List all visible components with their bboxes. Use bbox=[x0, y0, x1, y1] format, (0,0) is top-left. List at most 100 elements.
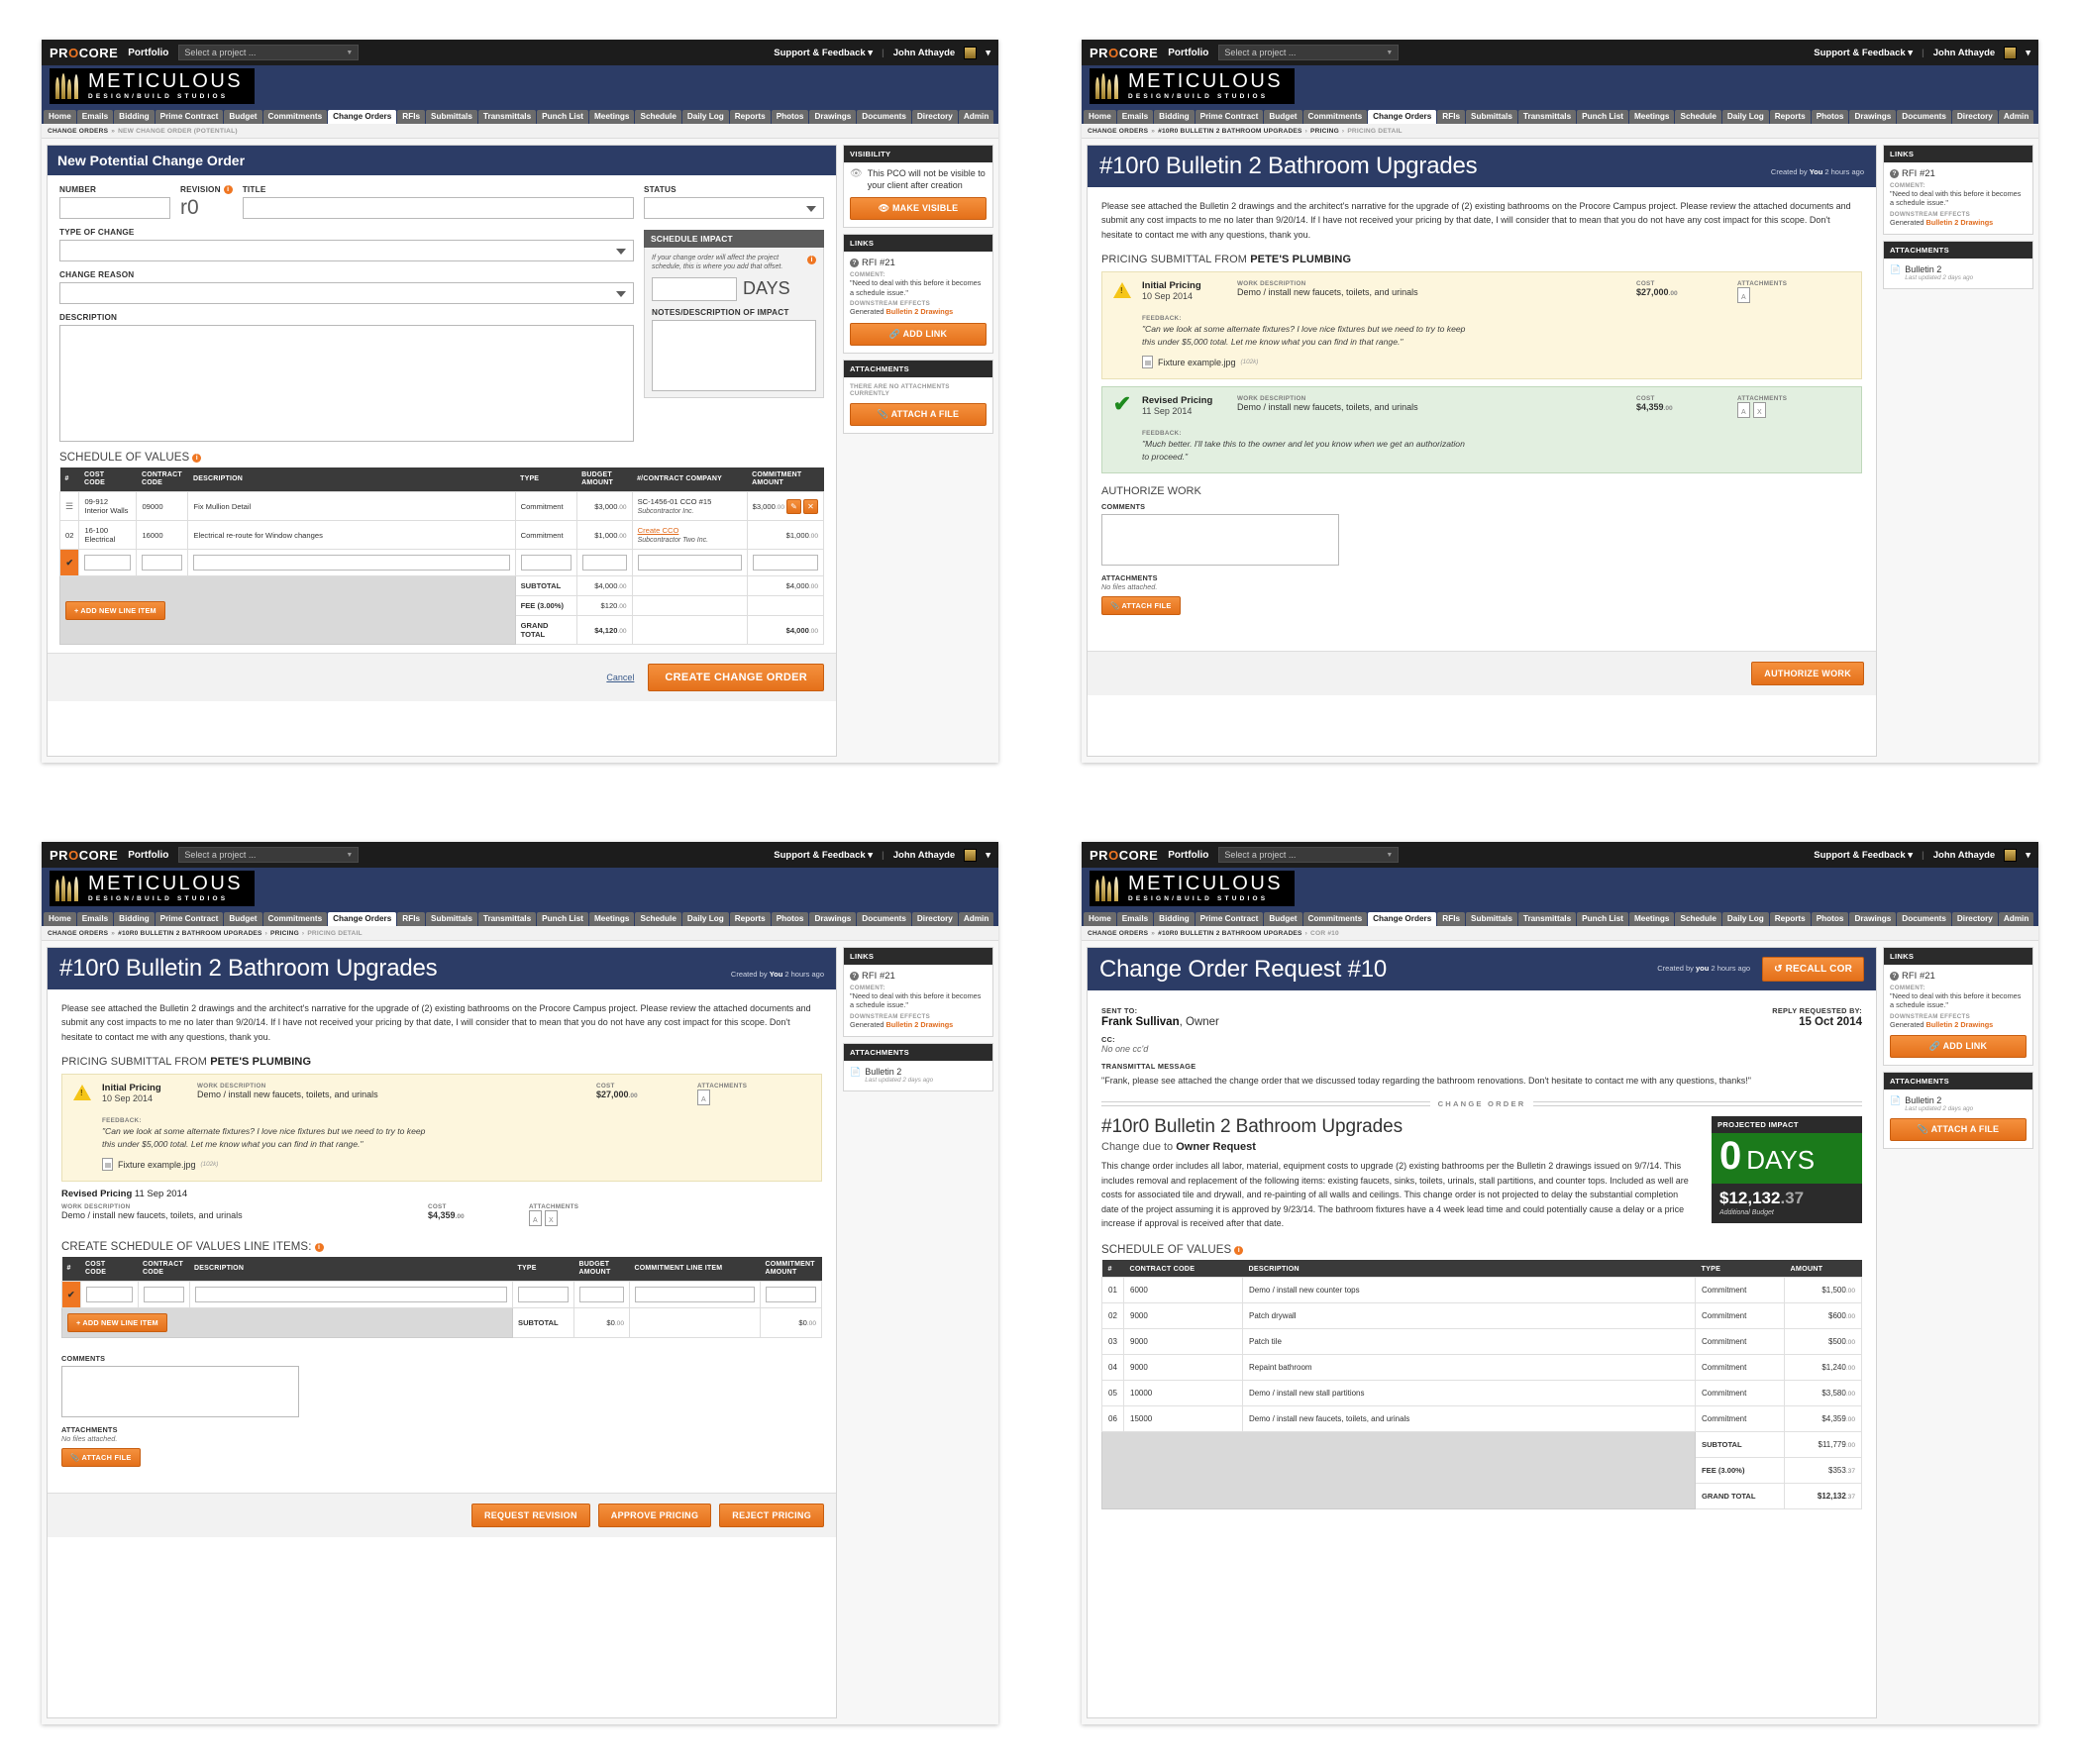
tab-emails[interactable]: Emails bbox=[1116, 911, 1154, 926]
support-feedback-menu[interactable]: Support & Feedback ▾ bbox=[1814, 850, 1913, 861]
avatar[interactable] bbox=[964, 46, 978, 59]
bulletin-link[interactable]: Bulletin 2 Drawings bbox=[1926, 1020, 1994, 1029]
budget-amount-input[interactable] bbox=[579, 1287, 624, 1303]
project-select[interactable]: Select a project ... ▼ bbox=[178, 847, 360, 863]
info-icon[interactable]: i bbox=[1234, 1246, 1244, 1256]
portfolio-link[interactable]: Portfolio bbox=[128, 48, 168, 58]
approve-pricing-button[interactable]: APPROVE PRICING bbox=[597, 1504, 712, 1528]
procore-logo[interactable]: PROCORE bbox=[1090, 46, 1158, 60]
chevron-down-icon[interactable]: ▾ bbox=[2026, 850, 2030, 861]
link-item-rfi[interactable]: ? RFI #21 bbox=[1890, 971, 2027, 982]
tab-home[interactable]: Home bbox=[1084, 109, 1116, 124]
breadcrumb-item[interactable]: #10R0 BULLETIN 2 BATHROOM UPGRADES bbox=[1158, 128, 1302, 135]
tab-schedule[interactable]: Schedule bbox=[635, 109, 681, 124]
project-select[interactable]: Select a project ... ▼ bbox=[178, 45, 360, 60]
tab-submittals[interactable]: Submittals bbox=[426, 109, 477, 124]
avatar[interactable] bbox=[2004, 46, 2018, 59]
comments-textarea[interactable] bbox=[61, 1366, 299, 1418]
tab-budget[interactable]: Budget bbox=[224, 109, 262, 124]
add-new-line-item-button[interactable]: + ADD NEW LINE ITEM bbox=[65, 600, 165, 620]
breadcrumb-item[interactable]: PRICING bbox=[270, 930, 299, 937]
tab-rfis[interactable]: RFIs bbox=[397, 109, 426, 124]
procore-logo[interactable]: PROCORE bbox=[1090, 848, 1158, 863]
tab-punch-list[interactable]: Punch List bbox=[1577, 109, 1628, 124]
cost-code-input[interactable] bbox=[84, 555, 132, 571]
type-input[interactable] bbox=[518, 1287, 569, 1303]
attachment-item[interactable]: 📄 Bulletin 2 Last updated 2 days ago bbox=[850, 1067, 987, 1084]
tab-documents[interactable]: Documents bbox=[1897, 911, 1951, 926]
row-checkbox[interactable]: ✔ bbox=[58, 549, 80, 577]
table-row-new[interactable]: ✔ bbox=[58, 549, 825, 577]
breadcrumb-item[interactable]: #10R0 BULLETIN 2 BATHROOM UPGRADES bbox=[118, 930, 262, 937]
tab-reports[interactable]: Reports bbox=[729, 911, 771, 926]
impact-notes-textarea[interactable] bbox=[652, 319, 816, 391]
bulletin-link[interactable]: Bulletin 2 Drawings bbox=[886, 307, 954, 316]
tab-punch-list[interactable]: Punch List bbox=[537, 109, 588, 124]
tab-daily-log[interactable]: Daily Log bbox=[681, 109, 729, 124]
tab-directory[interactable]: Directory bbox=[911, 911, 958, 926]
tab-admin[interactable]: Admin bbox=[958, 911, 994, 926]
tab-home[interactable]: Home bbox=[44, 911, 76, 926]
tab-meetings[interactable]: Meetings bbox=[588, 911, 635, 926]
tab-budget[interactable]: Budget bbox=[1264, 109, 1302, 124]
avatar[interactable] bbox=[964, 848, 978, 862]
info-icon[interactable]: i bbox=[314, 1243, 324, 1253]
tab-drawings[interactable]: Drawings bbox=[1849, 911, 1897, 926]
attached-file[interactable]: Fixture example.jpg (102k) bbox=[1142, 356, 1851, 369]
tab-submittals[interactable]: Submittals bbox=[1466, 109, 1517, 124]
procore-logo[interactable]: PROCORE bbox=[50, 46, 118, 60]
make-visible-button[interactable]: 👁 MAKE VISIBLE bbox=[850, 197, 987, 221]
chevron-down-icon[interactable]: ▾ bbox=[986, 850, 990, 861]
tab-meetings[interactable]: Meetings bbox=[588, 109, 635, 124]
pdf-file-icon[interactable] bbox=[529, 1210, 542, 1227]
tab-meetings[interactable]: Meetings bbox=[1628, 109, 1675, 124]
tab-prime-contract[interactable]: Prime Contract bbox=[1195, 109, 1264, 124]
tab-budget[interactable]: Budget bbox=[224, 911, 262, 926]
contract-company-input[interactable] bbox=[637, 555, 742, 571]
portfolio-link[interactable]: Portfolio bbox=[1168, 850, 1208, 861]
tab-submittals[interactable]: Submittals bbox=[1466, 911, 1517, 926]
tab-photos[interactable]: Photos bbox=[771, 911, 809, 926]
breadcrumb-root[interactable]: CHANGE ORDERS bbox=[48, 930, 108, 937]
contract-code-input[interactable] bbox=[142, 555, 183, 571]
contract-company[interactable]: Create CCO Subcontractor Two Inc. bbox=[631, 520, 748, 551]
tab-rfis[interactable]: RFIs bbox=[1437, 911, 1466, 926]
support-feedback-menu[interactable]: Support & Feedback ▾ bbox=[774, 850, 873, 861]
info-icon[interactable]: i bbox=[192, 454, 202, 463]
tab-schedule[interactable]: Schedule bbox=[635, 911, 681, 926]
user-menu[interactable]: John Athayde bbox=[1933, 850, 1995, 861]
tab-admin[interactable]: Admin bbox=[958, 109, 994, 124]
row-checkbox[interactable]: ✔ bbox=[61, 1281, 81, 1309]
table-row[interactable]: 02 16-100 Electrical 16000 Electrical re-rou… bbox=[58, 520, 825, 551]
edit-icon[interactable]: ✎ bbox=[786, 498, 801, 514]
avatar[interactable] bbox=[2004, 848, 2018, 862]
tab-directory[interactable]: Directory bbox=[1951, 911, 1998, 926]
tab-drawings[interactable]: Drawings bbox=[809, 911, 857, 926]
reject-pricing-button[interactable]: REJECT PRICING bbox=[719, 1504, 824, 1528]
tab-schedule[interactable]: Schedule bbox=[1675, 911, 1721, 926]
request-revision-button[interactable]: REQUEST REVISION bbox=[470, 1504, 590, 1528]
tab-daily-log[interactable]: Daily Log bbox=[1721, 109, 1769, 124]
table-row[interactable]: ☰ 09-912 Interior Walls 09000 Fix Mullion De… bbox=[58, 491, 825, 522]
pdf-file-icon[interactable] bbox=[1737, 402, 1750, 419]
tab-prime-contract[interactable]: Prime Contract bbox=[155, 109, 224, 124]
breadcrumb-root[interactable]: CHANGE ORDERS bbox=[1088, 930, 1148, 937]
tab-change-orders[interactable]: Change Orders bbox=[1368, 911, 1437, 926]
tab-directory[interactable]: Directory bbox=[1951, 109, 1998, 124]
create-change-order-button[interactable]: CREATE CHANGE ORDER bbox=[648, 664, 824, 692]
link-item-rfi[interactable]: ? RFI #21 bbox=[1890, 168, 2027, 179]
comments-textarea[interactable] bbox=[1101, 513, 1339, 566]
attachment-item[interactable]: 📄 Bulletin 2 Last updated 2 days ago bbox=[1890, 264, 2027, 281]
tab-reports[interactable]: Reports bbox=[1769, 109, 1811, 124]
tab-submittals[interactable]: Submittals bbox=[426, 911, 477, 926]
tab-schedule[interactable]: Schedule bbox=[1675, 109, 1721, 124]
chevron-down-icon[interactable]: ▾ bbox=[986, 48, 990, 58]
link-item-rfi[interactable]: ? RFI #21 bbox=[850, 258, 987, 268]
tab-change-orders[interactable]: Change Orders bbox=[328, 109, 397, 124]
tab-prime-contract[interactable]: Prime Contract bbox=[1195, 911, 1264, 926]
info-icon[interactable]: i bbox=[807, 256, 816, 264]
attachment-item[interactable]: 📄 Bulletin 2 Last updated 2 days ago bbox=[1890, 1095, 2027, 1112]
attach-file-button[interactable]: 📎 ATTACH FILE bbox=[61, 1448, 141, 1468]
add-new-line-item-button[interactable]: + ADD NEW LINE ITEM bbox=[67, 1313, 167, 1333]
attach-file-button[interactable]: 📎 ATTACH FILE bbox=[1101, 595, 1181, 615]
